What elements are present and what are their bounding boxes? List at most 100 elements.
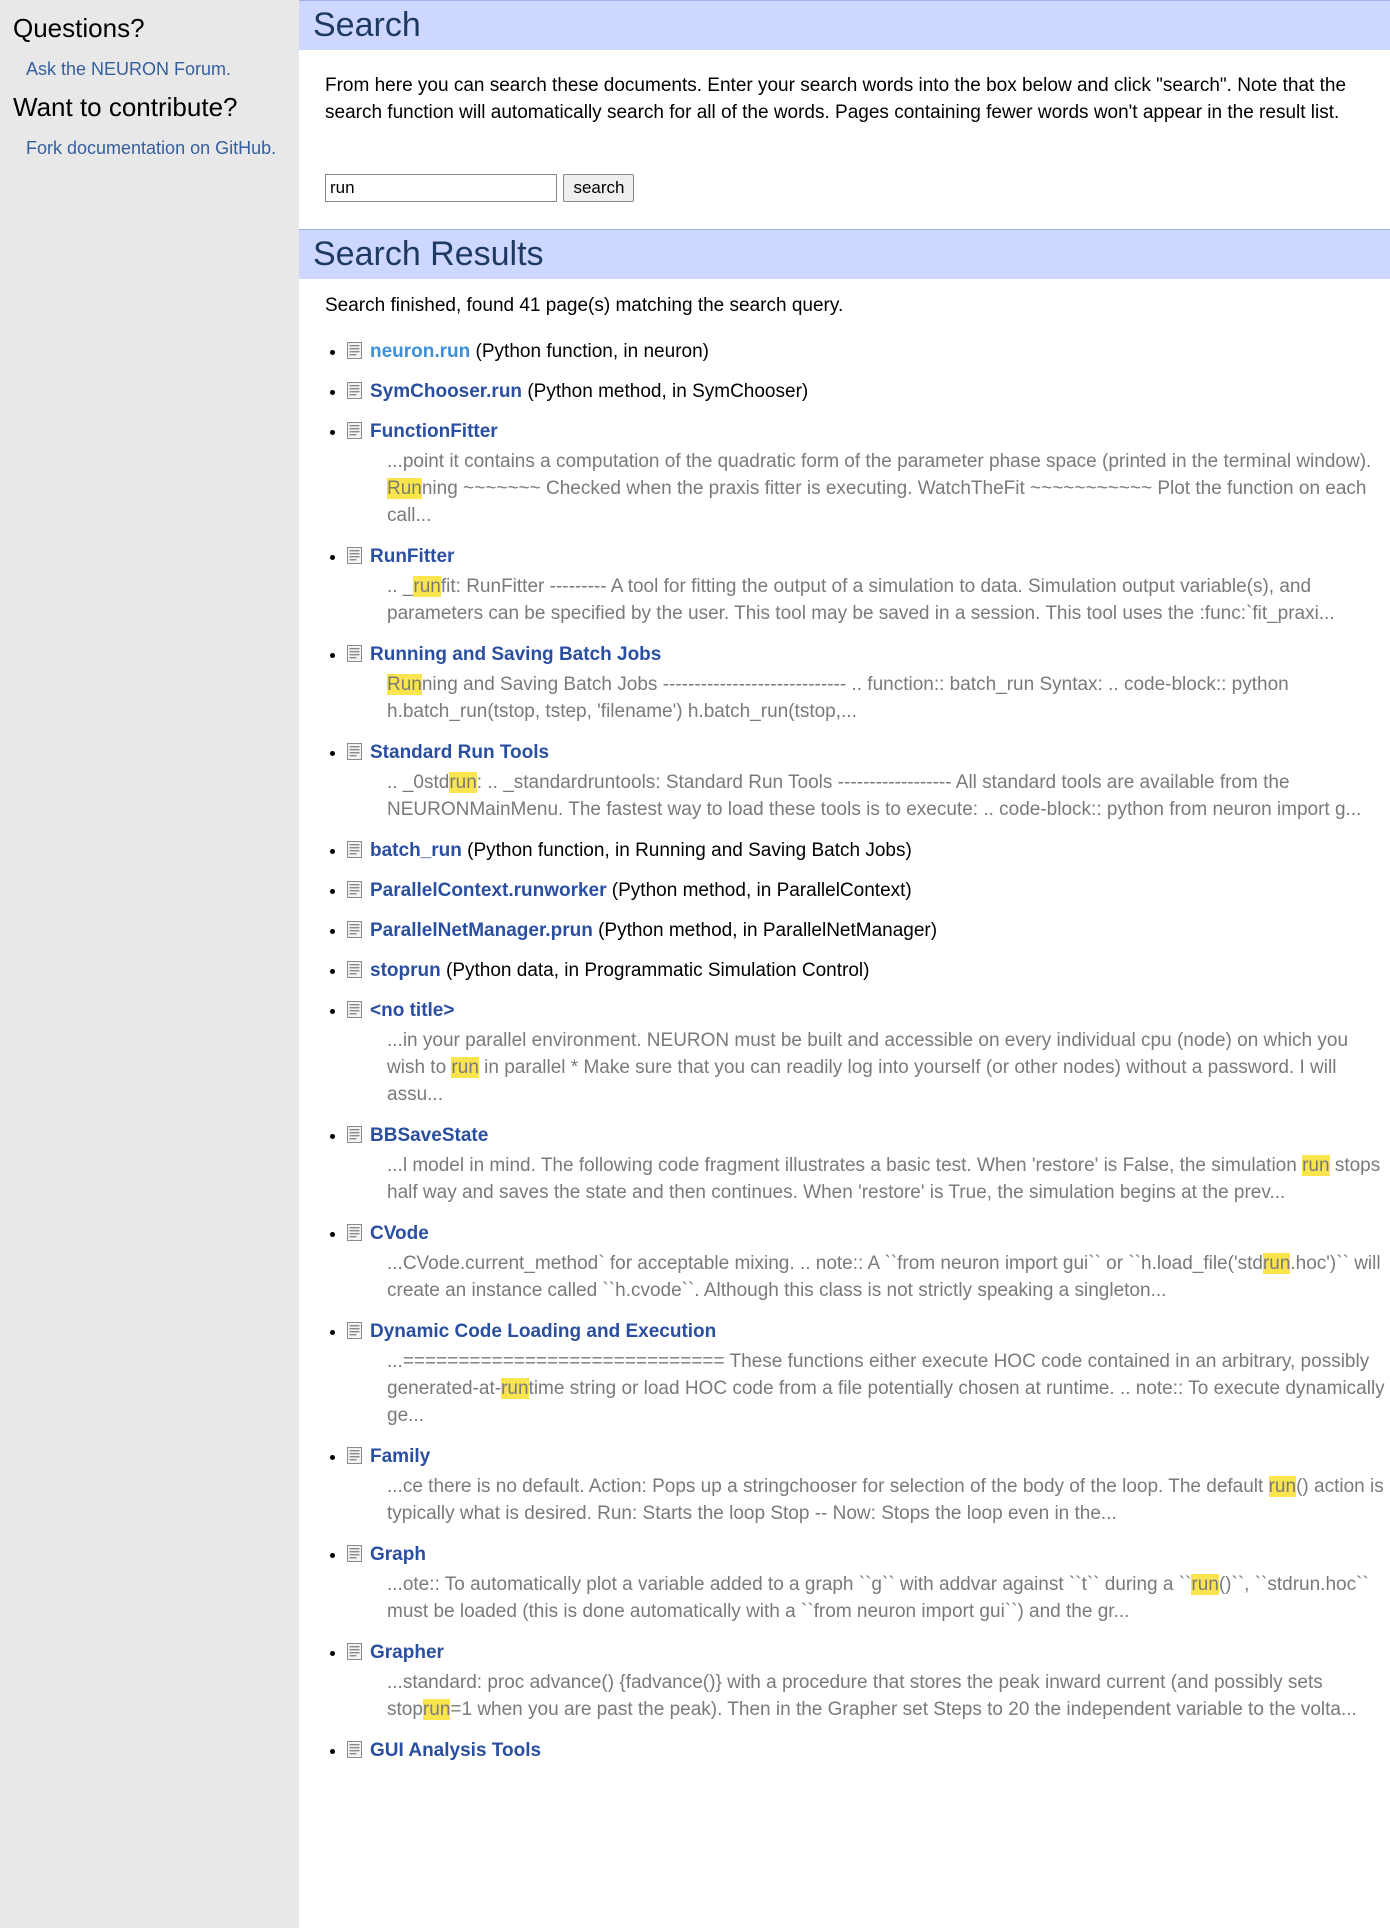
result-item: CVode ...CVode.current_method` for accept…	[347, 1222, 1387, 1304]
highlight-match: Run	[387, 674, 422, 695]
result-link[interactable]: Grapher	[370, 1642, 444, 1663]
result-link[interactable]: ParallelContext.runworker	[370, 880, 607, 901]
result-context: .. _runfit: RunFitter --------- A tool f…	[387, 573, 1387, 627]
result-meta: (Python method, in ParallelNetManager)	[592, 920, 938, 941]
highlight-match: run	[422, 1699, 451, 1720]
document-icon	[347, 1643, 362, 1660]
result-link[interactable]: Dynamic Code Loading and Execution	[370, 1321, 716, 1342]
result-item: Dynamic Code Loading and Execution ...===…	[347, 1320, 1387, 1429]
result-meta: (Python function, in Running and Saving …	[461, 840, 912, 861]
highlight-match: run	[451, 1057, 479, 1078]
results-heading: Search Results	[299, 229, 1390, 279]
document-icon	[347, 961, 362, 978]
context-text: .. _0std	[387, 772, 450, 793]
result-item: BBSaveState ...l model in mind. The follo…	[347, 1124, 1387, 1206]
document-icon	[347, 1126, 362, 1143]
highlight-match: run	[413, 576, 441, 597]
result-context: ...ote:: To automatically plot a variabl…	[387, 1571, 1387, 1625]
document-icon	[347, 841, 362, 858]
result-context: ...standard: proc advance() {fadvance()}…	[387, 1669, 1387, 1723]
result-link[interactable]: ParallelNetManager.prun	[370, 920, 593, 941]
result-link[interactable]: BBSaveState	[370, 1125, 488, 1146]
result-item: RunFitter .. _runfit: RunFitter ---------…	[347, 545, 1387, 627]
result-link[interactable]: Family	[370, 1446, 430, 1467]
result-context: .. _0stdrun: .. _standardruntools: Stand…	[387, 769, 1387, 823]
result-item: ParallelNetManager.prun (Python method, …	[347, 919, 1387, 943]
result-link[interactable]: Graph	[370, 1544, 426, 1565]
result-item: GUI Analysis Tools	[347, 1739, 1387, 1763]
highlight-match: Run	[387, 478, 422, 499]
document-icon	[347, 1224, 362, 1241]
context-text: ning ~~~~~~~ Checked when the praxis fit…	[387, 478, 1367, 526]
result-link[interactable]: GUI Analysis Tools	[370, 1740, 541, 1761]
document-icon	[347, 881, 362, 898]
fork-github-link[interactable]: Fork documentation on GitHub.	[26, 137, 286, 159]
result-context: ...ce there is no default. Action: Pops …	[387, 1473, 1387, 1527]
document-icon	[347, 1001, 362, 1018]
result-item: Grapher ...standard: proc advance() {fadv…	[347, 1641, 1387, 1723]
highlight-match: run	[501, 1378, 529, 1399]
result-link[interactable]: <no title>	[370, 1000, 454, 1021]
highlight-match: run	[449, 772, 477, 793]
result-link[interactable]: Running and Saving Batch Jobs	[370, 644, 661, 665]
document-icon	[347, 743, 362, 760]
context-text: ...point it contains a computation of th…	[387, 451, 1372, 472]
highlight-match: run	[1302, 1155, 1330, 1176]
result-context: ...point it contains a computation of th…	[387, 448, 1387, 529]
search-heading: Search	[299, 0, 1390, 50]
result-context: ...CVode.current_method` for acceptable …	[387, 1250, 1387, 1304]
context-text: in parallel * Make sure that you can rea…	[387, 1057, 1337, 1105]
result-item: stoprun (Python data, in Programmatic Si…	[347, 959, 1387, 983]
context-text: : .. _standardruntools: Standard Run Too…	[387, 772, 1362, 820]
result-link[interactable]: batch_run	[370, 840, 462, 861]
context-text: ...CVode.current_method` for acceptable …	[387, 1253, 1263, 1274]
document-icon	[347, 1741, 362, 1758]
search-input[interactable]	[325, 174, 557, 202]
result-link[interactable]: Standard Run Tools	[370, 742, 549, 763]
search-status: Search finished, found 41 page(s) matchi…	[325, 295, 844, 316]
document-icon	[347, 382, 362, 399]
context-text: ...ote:: To automatically plot a variabl…	[387, 1574, 1192, 1595]
result-meta: (Python function, in neuron)	[470, 341, 709, 362]
contribute-heading: Want to contribute?	[13, 92, 238, 122]
document-icon	[347, 921, 362, 938]
result-context: ...l model in mind. The following code f…	[387, 1152, 1387, 1206]
context-text: ...ce there is no default. Action: Pops …	[387, 1476, 1269, 1497]
context-text: .. _	[387, 576, 414, 597]
result-link[interactable]: neuron.run	[370, 341, 470, 362]
result-meta: (Python data, in Programmatic Simulation…	[440, 960, 870, 981]
search-button[interactable]: search	[563, 174, 635, 202]
document-icon	[347, 645, 362, 662]
search-form: search	[325, 174, 635, 202]
document-icon	[347, 1447, 362, 1464]
result-link[interactable]: CVode	[370, 1223, 429, 1244]
result-item: SymChooser.run (Python method, in SymCho…	[347, 380, 1387, 404]
result-item: Family ...ce there is no default. Action:…	[347, 1445, 1387, 1527]
context-text: time string or load HOC code from a file…	[387, 1378, 1385, 1426]
result-item: batch_run (Python function, in Running a…	[347, 839, 1387, 863]
result-item: Graph...ote:: To automatically plot a va…	[347, 1543, 1387, 1625]
result-item: ParallelContext.runworker (Python method…	[347, 879, 1387, 903]
result-context: Running and Saving Batch Jobs ----------…	[387, 671, 1387, 725]
result-item: FunctionFitter ...point it contains a com…	[347, 420, 1387, 529]
context-text: =1 when you are past the peak). Then in …	[450, 1699, 1357, 1720]
questions-heading: Questions?	[13, 13, 145, 43]
document-icon	[347, 342, 362, 359]
search-intro: From here you can search these documents…	[325, 75, 1347, 123]
result-item: <no title> ...in your parallel environmen…	[347, 999, 1387, 1108]
results-list: neuron.run (Python function, in neuron) S…	[325, 340, 1387, 1779]
result-link[interactable]: RunFitter	[370, 546, 454, 567]
main-content: Search From here you can search these do…	[299, 0, 1390, 1928]
result-link[interactable]: FunctionFitter	[370, 421, 498, 442]
result-context: ...in your parallel environment. NEURON …	[387, 1027, 1387, 1108]
sidebar: Questions? Ask the NEURON Forum. Want to…	[0, 0, 299, 1928]
forum-link[interactable]: Ask the NEURON Forum.	[26, 58, 286, 80]
highlight-match: run	[1191, 1574, 1219, 1595]
highlight-match: run	[1268, 1476, 1297, 1497]
result-meta: (Python method, in ParallelContext)	[606, 880, 912, 901]
context-text: fit: RunFitter --------- A tool for fitt…	[387, 576, 1335, 624]
result-item: neuron.run (Python function, in neuron)	[347, 340, 1387, 364]
result-link[interactable]: stoprun	[370, 960, 441, 981]
document-icon	[347, 1322, 362, 1339]
result-link[interactable]: SymChooser.run	[370, 381, 522, 402]
